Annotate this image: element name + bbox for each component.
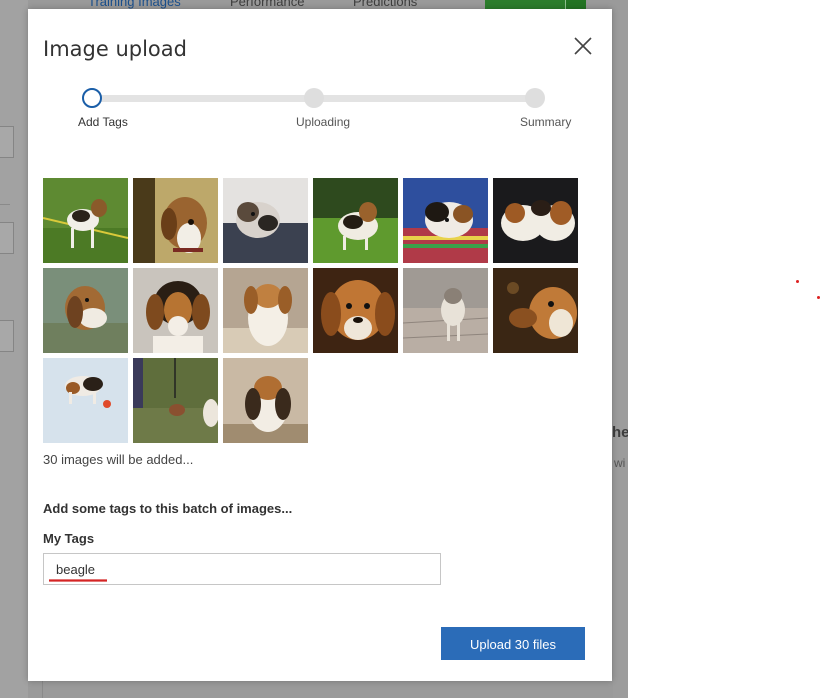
image-thumbnail (43, 268, 128, 353)
upload-files-button[interactable]: Upload 30 files (441, 627, 585, 660)
tags-prompt: Add some tags to this batch of images... (43, 501, 293, 516)
image-thumbnail (133, 358, 218, 443)
step-uploading-label: Uploading (296, 115, 351, 129)
image-thumbnail (133, 268, 218, 353)
step-add-tags-indicator (82, 88, 102, 108)
background-field (0, 320, 14, 352)
image-thumbnail (223, 358, 308, 443)
marker-dot (817, 296, 820, 299)
background-right-panel (613, 10, 628, 698)
image-thumbnail (403, 178, 488, 263)
image-thumbnail (133, 178, 218, 263)
background-tab-performance: Performance (230, 0, 305, 9)
close-icon (574, 37, 592, 55)
step-summary-label: Summary (520, 115, 572, 129)
background-text-fragment: wi (614, 456, 626, 470)
tags-input-container (43, 553, 441, 585)
background-heading-fragment: he (612, 424, 628, 441)
image-thumbnail (493, 268, 578, 353)
image-thumbnail (43, 358, 128, 443)
background-divider (0, 204, 10, 205)
marker-dot (796, 280, 799, 283)
close-button[interactable] (572, 35, 594, 57)
image-thumbnail (223, 268, 308, 353)
spellcheck-underline (49, 579, 107, 582)
image-upload-dialog: Image upload Add Tags Uploading Summary (28, 9, 612, 681)
image-thumbnail (313, 268, 398, 353)
image-thumbnail (493, 178, 578, 263)
my-tags-label: My Tags (43, 531, 95, 546)
background-field (0, 222, 14, 254)
image-thumbnail (313, 178, 398, 263)
step-summary-indicator (525, 88, 545, 108)
background-divider (42, 681, 43, 698)
step-uploading-indicator (304, 88, 324, 108)
right-blank-area (628, 0, 822, 698)
background-dropdown (0, 126, 14, 158)
image-thumbnail (403, 268, 488, 353)
background-tab-predictions: Predictions (353, 0, 418, 9)
background-tab-training-images: Training Images (88, 0, 181, 9)
images-added-count: 30 images will be added... (43, 452, 194, 467)
step-add-tags-label: Add Tags (78, 115, 128, 129)
image-thumbnail (223, 178, 308, 263)
dialog-title: Image upload (43, 37, 187, 61)
image-thumbnail (43, 178, 128, 263)
